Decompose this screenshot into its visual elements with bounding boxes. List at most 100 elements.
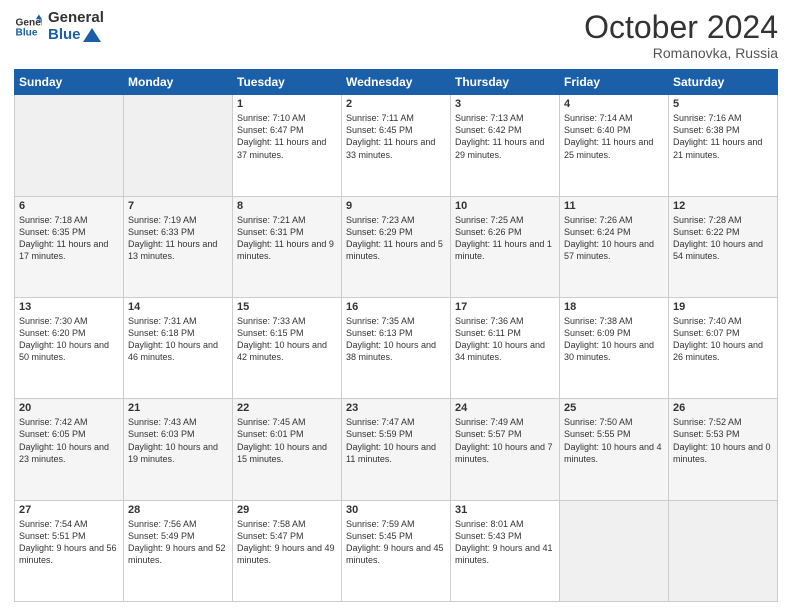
day-cell: 20 Sunrise: 7:42 AMSunset: 6:05 PMDaylig… — [15, 399, 124, 500]
cell-info: Sunrise: 7:45 AMSunset: 6:01 PMDaylight:… — [237, 416, 337, 465]
cell-info: Sunrise: 7:11 AMSunset: 6:45 PMDaylight:… — [346, 112, 446, 161]
day-cell: 10 Sunrise: 7:25 AMSunset: 6:26 PMDaylig… — [451, 196, 560, 297]
cell-info: Sunrise: 7:59 AMSunset: 5:45 PMDaylight:… — [346, 518, 446, 567]
day-number: 21 — [128, 402, 228, 414]
cell-info: Sunrise: 7:49 AMSunset: 5:57 PMDaylight:… — [455, 416, 555, 465]
day-cell — [15, 95, 124, 196]
day-number: 17 — [455, 301, 555, 313]
cell-info: Sunrise: 7:58 AMSunset: 5:47 PMDaylight:… — [237, 518, 337, 567]
cell-info: Sunrise: 7:33 AMSunset: 6:15 PMDaylight:… — [237, 315, 337, 364]
cell-info: Sunrise: 7:42 AMSunset: 6:05 PMDaylight:… — [19, 416, 119, 465]
day-cell: 5 Sunrise: 7:16 AMSunset: 6:38 PMDayligh… — [669, 95, 778, 196]
day-cell: 26 Sunrise: 7:52 AMSunset: 5:53 PMDaylig… — [669, 399, 778, 500]
day-header-row: SundayMondayTuesdayWednesdayThursdayFrid… — [15, 70, 778, 95]
cell-info: Sunrise: 7:50 AMSunset: 5:55 PMDaylight:… — [564, 416, 664, 465]
day-number: 6 — [19, 200, 119, 212]
day-number: 28 — [128, 504, 228, 516]
cell-info: Sunrise: 7:36 AMSunset: 6:11 PMDaylight:… — [455, 315, 555, 364]
week-row-4: 20 Sunrise: 7:42 AMSunset: 6:05 PMDaylig… — [15, 399, 778, 500]
day-number: 1 — [237, 98, 337, 110]
day-number: 27 — [19, 504, 119, 516]
day-header-tuesday: Tuesday — [233, 70, 342, 95]
day-number: 18 — [564, 301, 664, 313]
day-cell: 11 Sunrise: 7:26 AMSunset: 6:24 PMDaylig… — [560, 196, 669, 297]
day-cell: 17 Sunrise: 7:36 AMSunset: 6:11 PMDaylig… — [451, 297, 560, 398]
day-number: 3 — [455, 98, 555, 110]
logo-general: General — [48, 10, 104, 27]
day-number: 2 — [346, 98, 446, 110]
cell-info: Sunrise: 7:21 AMSunset: 6:31 PMDaylight:… — [237, 214, 337, 263]
cell-info: Sunrise: 7:30 AMSunset: 6:20 PMDaylight:… — [19, 315, 119, 364]
cell-info: Sunrise: 7:10 AMSunset: 6:47 PMDaylight:… — [237, 112, 337, 161]
day-number: 10 — [455, 200, 555, 212]
day-header-saturday: Saturday — [669, 70, 778, 95]
day-number: 11 — [564, 200, 664, 212]
logo-arrow-icon — [83, 28, 101, 42]
day-number: 15 — [237, 301, 337, 313]
title-block: October 2024 Romanovka, Russia — [584, 10, 778, 61]
day-number: 23 — [346, 402, 446, 414]
cell-info: Sunrise: 7:47 AMSunset: 5:59 PMDaylight:… — [346, 416, 446, 465]
day-cell: 1 Sunrise: 7:10 AMSunset: 6:47 PMDayligh… — [233, 95, 342, 196]
day-cell: 4 Sunrise: 7:14 AMSunset: 6:40 PMDayligh… — [560, 95, 669, 196]
day-number: 13 — [19, 301, 119, 313]
cell-info: Sunrise: 7:14 AMSunset: 6:40 PMDaylight:… — [564, 112, 664, 161]
cell-info: Sunrise: 7:18 AMSunset: 6:35 PMDaylight:… — [19, 214, 119, 263]
day-cell — [669, 500, 778, 601]
day-cell — [124, 95, 233, 196]
day-cell: 12 Sunrise: 7:28 AMSunset: 6:22 PMDaylig… — [669, 196, 778, 297]
day-number: 14 — [128, 301, 228, 313]
cell-info: Sunrise: 7:13 AMSunset: 6:42 PMDaylight:… — [455, 112, 555, 161]
cell-info: Sunrise: 7:31 AMSunset: 6:18 PMDaylight:… — [128, 315, 228, 364]
header: General Blue General Blue October 2024 R… — [14, 10, 778, 61]
cell-info: Sunrise: 7:25 AMSunset: 6:26 PMDaylight:… — [455, 214, 555, 263]
day-number: 30 — [346, 504, 446, 516]
day-cell: 25 Sunrise: 7:50 AMSunset: 5:55 PMDaylig… — [560, 399, 669, 500]
day-number: 20 — [19, 402, 119, 414]
day-cell: 30 Sunrise: 7:59 AMSunset: 5:45 PMDaylig… — [342, 500, 451, 601]
day-cell: 22 Sunrise: 7:45 AMSunset: 6:01 PMDaylig… — [233, 399, 342, 500]
cell-info: Sunrise: 7:54 AMSunset: 5:51 PMDaylight:… — [19, 518, 119, 567]
day-cell — [560, 500, 669, 601]
svg-text:Blue: Blue — [16, 27, 38, 38]
day-header-thursday: Thursday — [451, 70, 560, 95]
day-number: 24 — [455, 402, 555, 414]
day-number: 5 — [673, 98, 773, 110]
day-number: 26 — [673, 402, 773, 414]
cell-info: Sunrise: 7:16 AMSunset: 6:38 PMDaylight:… — [673, 112, 773, 161]
cell-info: Sunrise: 7:26 AMSunset: 6:24 PMDaylight:… — [564, 214, 664, 263]
week-row-2: 6 Sunrise: 7:18 AMSunset: 6:35 PMDayligh… — [15, 196, 778, 297]
day-cell: 7 Sunrise: 7:19 AMSunset: 6:33 PMDayligh… — [124, 196, 233, 297]
day-cell: 6 Sunrise: 7:18 AMSunset: 6:35 PMDayligh… — [15, 196, 124, 297]
month-title: October 2024 — [584, 10, 778, 45]
day-cell: 19 Sunrise: 7:40 AMSunset: 6:07 PMDaylig… — [669, 297, 778, 398]
calendar-table: SundayMondayTuesdayWednesdayThursdayFrid… — [14, 69, 778, 602]
cell-info: Sunrise: 7:35 AMSunset: 6:13 PMDaylight:… — [346, 315, 446, 364]
day-cell: 16 Sunrise: 7:35 AMSunset: 6:13 PMDaylig… — [342, 297, 451, 398]
cell-info: Sunrise: 7:38 AMSunset: 6:09 PMDaylight:… — [564, 315, 664, 364]
day-cell: 15 Sunrise: 7:33 AMSunset: 6:15 PMDaylig… — [233, 297, 342, 398]
cell-info: Sunrise: 7:40 AMSunset: 6:07 PMDaylight:… — [673, 315, 773, 364]
day-number: 19 — [673, 301, 773, 313]
cell-info: Sunrise: 7:52 AMSunset: 5:53 PMDaylight:… — [673, 416, 773, 465]
day-cell: 9 Sunrise: 7:23 AMSunset: 6:29 PMDayligh… — [342, 196, 451, 297]
day-cell: 13 Sunrise: 7:30 AMSunset: 6:20 PMDaylig… — [15, 297, 124, 398]
day-cell: 31 Sunrise: 8:01 AMSunset: 5:43 PMDaylig… — [451, 500, 560, 601]
location: Romanovka, Russia — [584, 45, 778, 61]
day-cell: 27 Sunrise: 7:54 AMSunset: 5:51 PMDaylig… — [15, 500, 124, 601]
cell-info: Sunrise: 8:01 AMSunset: 5:43 PMDaylight:… — [455, 518, 555, 567]
logo-icon: General Blue — [14, 13, 42, 41]
cell-info: Sunrise: 7:56 AMSunset: 5:49 PMDaylight:… — [128, 518, 228, 567]
week-row-1: 1 Sunrise: 7:10 AMSunset: 6:47 PMDayligh… — [15, 95, 778, 196]
day-number: 7 — [128, 200, 228, 212]
cell-info: Sunrise: 7:19 AMSunset: 6:33 PMDaylight:… — [128, 214, 228, 263]
day-cell: 2 Sunrise: 7:11 AMSunset: 6:45 PMDayligh… — [342, 95, 451, 196]
cell-info: Sunrise: 7:43 AMSunset: 6:03 PMDaylight:… — [128, 416, 228, 465]
day-header-sunday: Sunday — [15, 70, 124, 95]
day-header-wednesday: Wednesday — [342, 70, 451, 95]
day-cell: 23 Sunrise: 7:47 AMSunset: 5:59 PMDaylig… — [342, 399, 451, 500]
calendar-page: General Blue General Blue October 2024 R… — [0, 0, 792, 612]
day-cell: 21 Sunrise: 7:43 AMSunset: 6:03 PMDaylig… — [124, 399, 233, 500]
cell-info: Sunrise: 7:28 AMSunset: 6:22 PMDaylight:… — [673, 214, 773, 263]
day-cell: 14 Sunrise: 7:31 AMSunset: 6:18 PMDaylig… — [124, 297, 233, 398]
